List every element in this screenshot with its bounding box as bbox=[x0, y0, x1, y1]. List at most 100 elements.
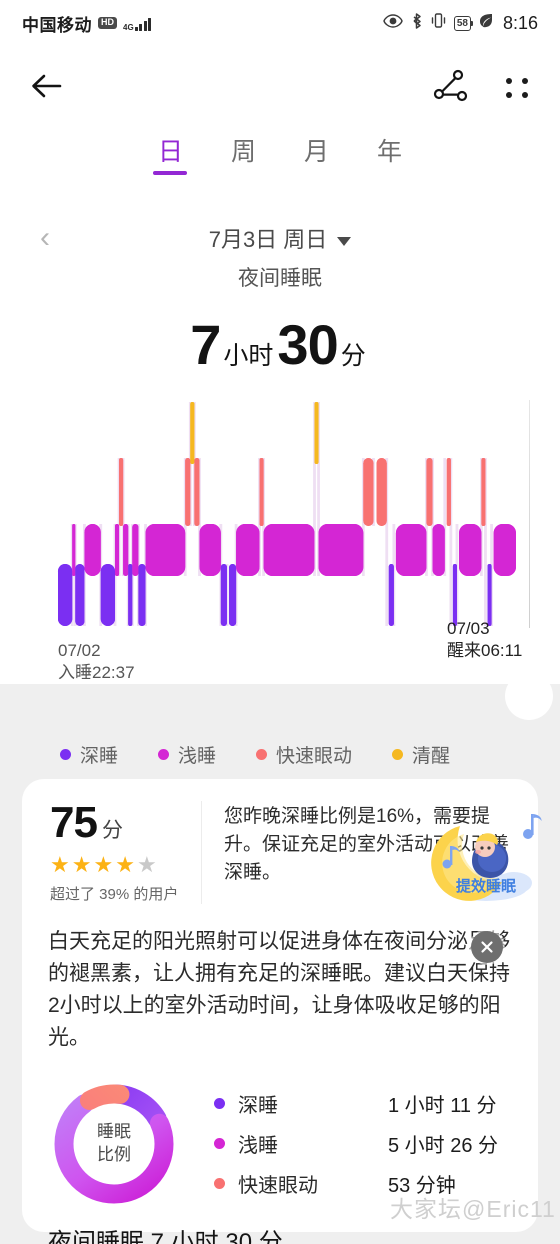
advice-paragraph: 白天充足的阳光照射可以促进身体在夜间分泌足够的褪黑素，让人拥有充足的深睡眠。建议… bbox=[48, 930, 510, 1049]
hypnogram-segment bbox=[75, 564, 85, 626]
hypnogram-segment bbox=[138, 564, 146, 626]
hypnogram-segment bbox=[114, 524, 120, 576]
star-empty: ★ bbox=[136, 852, 159, 877]
duration-minutes-unit: 分 bbox=[340, 342, 366, 370]
duration-hours-unit: 小时 bbox=[223, 342, 274, 370]
tab-week[interactable]: 周 bbox=[231, 140, 256, 175]
date-navigator: ‹ 7月3日 周日 bbox=[0, 218, 560, 258]
sleep-start-label: 07/02 入睡22:37 bbox=[58, 640, 135, 685]
hypnogram-segment bbox=[259, 458, 264, 526]
breakdown-dot-light bbox=[214, 1138, 225, 1150]
battery-icon: 58 bbox=[453, 15, 474, 31]
breakdown-label-deep: 深睡 bbox=[238, 1095, 278, 1118]
sleep-hypnogram-chart[interactable] bbox=[0, 396, 560, 636]
hd-badge-icon: HD bbox=[98, 17, 117, 29]
total-sleep-duration: 7 小时30 分 bbox=[0, 312, 560, 377]
legend-label-deep: 深睡 bbox=[80, 745, 119, 767]
hypnogram-segment bbox=[228, 564, 237, 626]
sleep-end-time: 醒来06:11 bbox=[447, 641, 523, 661]
current-date-label[interactable]: 7月3日 周日 bbox=[209, 222, 352, 254]
hypnogram-segment bbox=[493, 524, 516, 576]
breakdown-value-deep: 1 小时 11 分 bbox=[388, 1095, 497, 1118]
legend-dot-awake bbox=[392, 748, 404, 760]
legend-item-rem: 快速眼动 bbox=[256, 741, 352, 768]
tab-day[interactable]: 日 bbox=[158, 140, 183, 175]
hypnogram-segment bbox=[388, 564, 394, 626]
sleep-subtitle: 夜间睡眠 bbox=[238, 267, 322, 290]
legend-item-awake: 清醒 bbox=[392, 741, 450, 768]
legend-item-deep: 深睡 bbox=[60, 741, 118, 768]
hypnogram-segment bbox=[426, 458, 433, 526]
breakdown-dot-deep bbox=[214, 1098, 225, 1110]
score-unit: 分 bbox=[101, 819, 123, 842]
clock-label: 8:16 bbox=[502, 12, 538, 33]
hypnogram-segment bbox=[487, 564, 492, 626]
sleep-score-card: 75 分 ★★★★★ 超过了 39% 的用户 您昨晚深睡比例是16%，需要提升。… bbox=[22, 779, 538, 1232]
previous-day-button[interactable]: ‹ bbox=[40, 223, 50, 253]
vibrate-icon bbox=[430, 12, 447, 34]
hypnogram-segment bbox=[363, 458, 374, 526]
tab-year[interactable]: 年 bbox=[377, 140, 402, 175]
legend-dot-light bbox=[158, 748, 170, 760]
eye-icon bbox=[383, 13, 403, 33]
breakdown-label-light: 浅睡 bbox=[238, 1135, 278, 1158]
share-node-icon[interactable] bbox=[432, 69, 470, 108]
percentile-label: 超过了 39% 的用户 bbox=[50, 886, 179, 903]
legend-dot-deep bbox=[60, 748, 71, 760]
chart-right-axis bbox=[528, 400, 530, 628]
hypnogram-segment bbox=[376, 458, 387, 526]
star-filled: ★ bbox=[50, 852, 72, 877]
date-text: 7月3日 周日 bbox=[208, 227, 328, 252]
score-and-advice: 75 分 ★★★★★ 超过了 39% 的用户 您昨晚深睡比例是16%，需要提升。… bbox=[22, 779, 538, 918]
score-line: 75 分 bbox=[50, 801, 201, 845]
hypnogram-segment bbox=[190, 402, 195, 464]
breakdown-value-light: 5 小时 26 分 bbox=[388, 1135, 499, 1158]
leaf-icon bbox=[478, 13, 494, 33]
floating-circle-button[interactable] bbox=[505, 672, 553, 720]
app-bar-actions bbox=[432, 69, 530, 108]
period-tabs: 日 周 月 年 bbox=[0, 140, 560, 175]
network-type-label: 4G bbox=[123, 23, 134, 32]
hypnogram-segment bbox=[185, 458, 191, 526]
legend-label-light: 浅睡 bbox=[178, 745, 217, 767]
star-filled: ★ bbox=[71, 852, 94, 877]
close-ad-button[interactable] bbox=[471, 931, 503, 963]
hypnogram-svg bbox=[58, 402, 516, 626]
stage-legend: 深睡 浅睡 快速眼动 清醒 bbox=[0, 736, 560, 772]
app-bar bbox=[0, 52, 560, 124]
star-rating: ★★★★★ bbox=[50, 854, 201, 876]
hypnogram-segment bbox=[459, 524, 482, 576]
hypnogram-segment bbox=[58, 564, 73, 626]
sleep-end-label: 07/03 醒来06:11 bbox=[447, 618, 522, 663]
hypnogram-segment bbox=[128, 564, 133, 626]
four-dot-menu-icon[interactable] bbox=[504, 75, 530, 101]
breakdown-row-deep: 深睡 1 小时 11 分 bbox=[214, 1084, 512, 1124]
app-screen: 中国移动 HD 4G 58 8:16 日 周 月 年 ‹ 7月3日 周日 夜间睡… bbox=[0, 0, 560, 1244]
hypnogram-segment bbox=[119, 458, 124, 526]
hypnogram-segment bbox=[84, 524, 101, 576]
breakdown-label-rem: 快速眼动 bbox=[238, 1175, 318, 1198]
back-arrow-icon[interactable] bbox=[30, 71, 70, 106]
hypnogram-segment bbox=[446, 458, 451, 526]
breakdown-row-light: 浅睡 5 小时 26 分 bbox=[214, 1124, 512, 1164]
duration-hours: 7 bbox=[190, 313, 221, 376]
status-bar-right: 58 8:16 bbox=[383, 12, 538, 35]
chevron-down-icon[interactable] bbox=[337, 236, 352, 246]
legend-item-light: 浅睡 bbox=[158, 741, 216, 768]
sleep-end-date: 07/03 bbox=[447, 619, 490, 638]
legend-dot-rem bbox=[256, 748, 268, 760]
hypnogram-segment bbox=[199, 524, 221, 576]
stage-breakdown-list: 深睡 1 小时 11 分 浅睡 5 小时 26 分 快速眼动 53 分钟 bbox=[180, 1084, 512, 1204]
status-bar-left: 中国移动 HD 4G bbox=[22, 11, 152, 36]
star-filled: ★ bbox=[93, 852, 116, 877]
legend-label-awake: 清醒 bbox=[412, 745, 451, 767]
carrier-label: 中国移动 bbox=[22, 15, 92, 35]
hypnogram-segment bbox=[481, 458, 486, 526]
hypnogram-segment bbox=[123, 524, 129, 576]
hypnogram-segment bbox=[194, 458, 200, 526]
hypnogram-segment bbox=[100, 564, 115, 626]
hypnogram-segment bbox=[395, 524, 427, 576]
hypnogram-segment bbox=[236, 524, 260, 576]
tab-month[interactable]: 月 bbox=[304, 140, 329, 175]
donut-title-line2: 比例 bbox=[97, 1144, 131, 1164]
